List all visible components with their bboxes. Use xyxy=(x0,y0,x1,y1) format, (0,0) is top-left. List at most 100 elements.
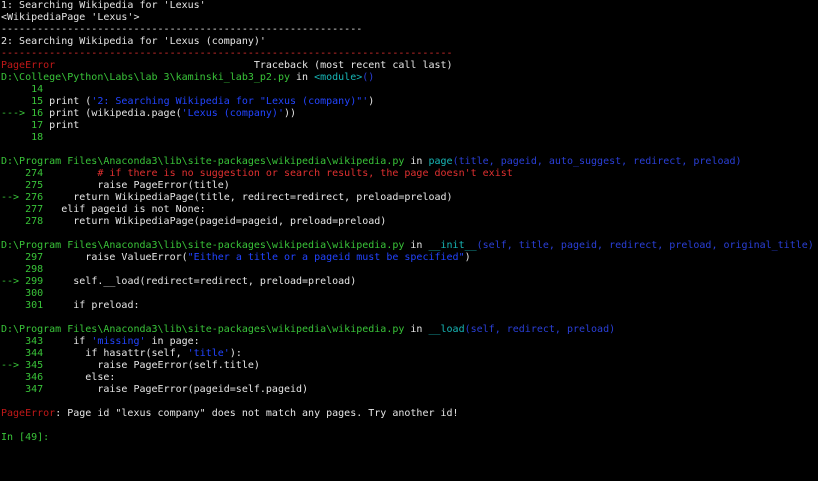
terminal-text: if preload: xyxy=(49,300,140,311)
terminal-text: in xyxy=(404,240,429,251)
terminal-text: raise PageError(title) xyxy=(49,180,230,191)
terminal-text: 277 xyxy=(1,204,50,215)
terminal-text: 14 xyxy=(1,84,44,95)
terminal-text: D:\Program Files\Anaconda3\lib\site-pack… xyxy=(1,156,405,167)
terminal-text: 15 xyxy=(1,96,50,107)
terminal-line: 15 print ('2: Searching Wikipedia for "L… xyxy=(1,96,818,108)
terminal-line: 18 xyxy=(1,132,818,144)
terminal-text: self.__load(redirect=redirect, preload=p… xyxy=(49,276,357,287)
terminal-text: (title, pageid, auto_suggest, redirect, … xyxy=(452,156,742,167)
terminal-text: 'missing' xyxy=(91,336,146,347)
terminal-text: # if there is no suggestion or search re… xyxy=(49,168,513,179)
terminal-text: in xyxy=(404,324,429,335)
terminal-line: 343 if 'missing' in page: xyxy=(1,336,818,348)
terminal-text: PageError xyxy=(1,60,56,71)
terminal-line: --> 276 return WikipediaPage(title, redi… xyxy=(1,192,818,204)
terminal-text: 274 xyxy=(1,168,50,179)
terminal-line: 1: Searching Wikipedia for 'Lexus' xyxy=(1,0,818,12)
terminal-line: ---> 16 print (wikipedia.page('Lexus (co… xyxy=(1,108,818,120)
terminal-text: In [49]: xyxy=(1,432,50,443)
terminal-text: 18 xyxy=(1,132,44,143)
terminal-text: 298 xyxy=(1,264,44,275)
terminal-line: PageError: Page id "lexus company" does … xyxy=(1,408,818,420)
terminal-text: in page: xyxy=(145,336,200,347)
terminal-text: ----------------------------------------… xyxy=(1,48,453,59)
terminal-line: 344 if hasattr(self, 'title'): xyxy=(1,348,818,360)
terminal-text: 278 xyxy=(1,216,50,227)
terminal-text: page xyxy=(428,156,453,167)
terminal-line: --> 345 raise PageError(self.title) xyxy=(1,360,818,372)
terminal-line: D:\Program Files\Anaconda3\lib\site-pack… xyxy=(1,324,818,336)
terminal-text: (self, redirect, preload) xyxy=(464,324,616,335)
terminal-text: 1: Searching Wikipedia for 'Lexus' xyxy=(1,0,206,11)
terminal-line: 274 # if there is no suggestion or searc… xyxy=(1,168,818,180)
terminal-text: print xyxy=(49,120,80,131)
terminal-text: ---> 16 xyxy=(1,108,50,119)
terminal-line: 278 return WikipediaPage(pageid=pageid, … xyxy=(1,216,818,228)
terminal-line: 346 else: xyxy=(1,372,818,384)
terminal-text: --> 299 xyxy=(1,276,50,287)
terminal-text: 275 xyxy=(1,180,50,191)
terminal-line: D:\Program Files\Anaconda3\lib\site-pack… xyxy=(1,240,818,252)
terminal-text: if hasattr(self, xyxy=(49,348,188,359)
terminal-line: ----------------------------------------… xyxy=(1,24,818,36)
terminal-text: Traceback (most recent call last) xyxy=(55,60,453,71)
terminal-text: --> 345 xyxy=(1,360,50,371)
terminal-text: '2: Searching Wikipedia for "Lexus (comp… xyxy=(91,96,369,107)
terminal-line: <WikipediaPage 'Lexus'> xyxy=(1,12,818,24)
terminal-text: raise PageError(self.title) xyxy=(49,360,260,371)
terminal-text: print ( xyxy=(49,96,92,107)
terminal-text: ): xyxy=(229,348,242,359)
terminal-text: 343 xyxy=(1,336,50,347)
terminal-text: D:\College\Python\Labs\lab 3\kaminski_la… xyxy=(1,72,290,83)
terminal-text: PageError xyxy=(1,408,56,419)
terminal-text: 301 xyxy=(1,300,50,311)
terminal-text: elif pageid is not None: xyxy=(49,204,206,215)
terminal-text: in xyxy=(404,156,429,167)
terminal-text: __load xyxy=(428,324,465,335)
terminal-text: 347 xyxy=(1,384,50,395)
terminal-text: () xyxy=(362,72,375,83)
terminal-line: 14 xyxy=(1,84,818,96)
terminal-text: )) xyxy=(283,108,297,119)
terminal-text: "Either a title or a pageid must be spec… xyxy=(187,252,465,263)
terminal-line: 298 xyxy=(1,264,818,276)
terminal-text: 346 xyxy=(1,372,50,383)
terminal-text: return WikipediaPage(pageid=pageid, prel… xyxy=(49,216,387,227)
terminal-text: 297 xyxy=(1,252,50,263)
terminal-line: 275 raise PageError(title) xyxy=(1,180,818,192)
terminal-text: 'Lexus (company)' xyxy=(181,108,284,119)
terminal-text: 2: Searching Wikipedia for 'Lexus (compa… xyxy=(1,36,266,47)
terminal-text: __init__ xyxy=(428,240,477,251)
terminal-text: 17 xyxy=(1,120,50,131)
terminal-text: D:\Program Files\Anaconda3\lib\site-pack… xyxy=(1,324,405,335)
terminal-text: return WikipediaPage(title, redirect=red… xyxy=(49,192,453,203)
terminal-line: ----------------------------------------… xyxy=(1,48,818,60)
terminal-text: --> 276 xyxy=(1,192,50,203)
terminal-text: (self, title, pageid, redirect, preload,… xyxy=(476,240,814,251)
terminal-line: 277 elif pageid is not None: xyxy=(1,204,818,216)
terminal-text: ) xyxy=(464,252,471,263)
terminal-text: 344 xyxy=(1,348,50,359)
terminal-line: --> 299 self.__load(redirect=redirect, p… xyxy=(1,276,818,288)
terminal-text: <module> xyxy=(314,72,363,83)
terminal-line: D:\College\Python\Labs\lab 3\kaminski_la… xyxy=(1,72,818,84)
terminal-text: D:\Program Files\Anaconda3\lib\site-pack… xyxy=(1,240,405,251)
terminal-text: : Page id "lexus company" does not match… xyxy=(55,408,459,419)
terminal-text: ) xyxy=(368,96,375,107)
terminal-line: D:\Program Files\Anaconda3\lib\site-pack… xyxy=(1,156,818,168)
terminal-text: print (wikipedia.page( xyxy=(49,108,182,119)
terminal-line: PageError Traceback (most recent call la… xyxy=(1,60,818,72)
terminal-text: if xyxy=(49,336,92,347)
terminal-line: 300 xyxy=(1,288,818,300)
terminal-text: raise ValueError( xyxy=(49,252,188,263)
terminal-line: 17 print xyxy=(1,120,818,132)
terminal-text: ----------------------------------------… xyxy=(1,24,363,35)
terminal-text: raise PageError(pageid=self.pageid) xyxy=(49,384,309,395)
terminal-line: 297 raise ValueError("Either a title or … xyxy=(1,252,818,264)
